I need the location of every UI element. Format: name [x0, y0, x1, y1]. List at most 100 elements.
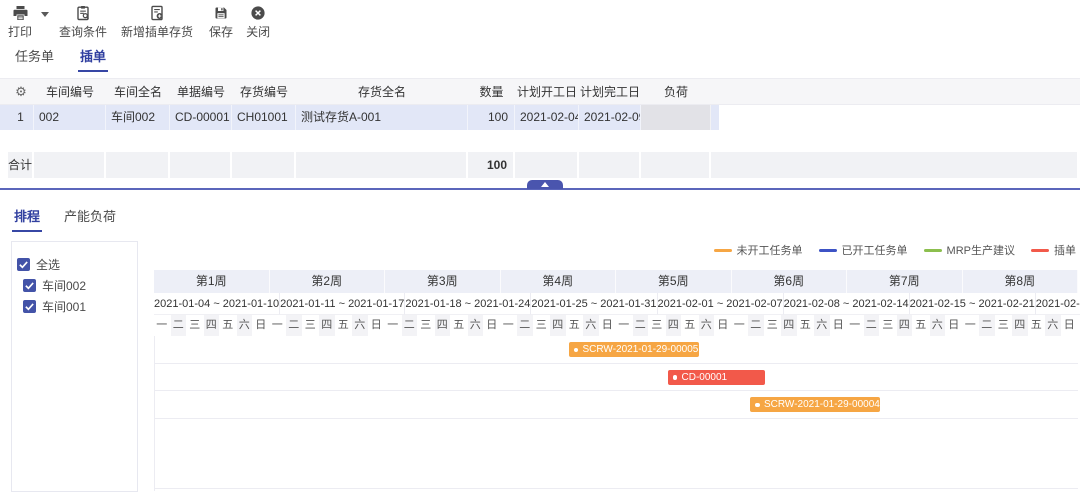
week-range-cell: 2021-01-11 ~ 2021-01-17 [280, 293, 405, 315]
toolbar: 打印查询条件新增插单存货保存关闭 [8, 5, 270, 41]
day-header-cell: 一 [732, 315, 749, 336]
checkbox-checked-icon [23, 300, 36, 313]
tab-capacity-load[interactable]: 产能负荷 [64, 206, 116, 232]
toolbar-button-label: 关闭 [246, 23, 270, 40]
cell: 002 [34, 105, 106, 130]
column-header: 计划开工日 [515, 83, 579, 100]
day-header-cell: 四 [435, 315, 452, 336]
day-header-cell: 一 [847, 315, 864, 336]
tab-insert-order[interactable]: 插单 [80, 46, 106, 72]
day-header-cell: 六 [352, 315, 369, 336]
gantt-row: SCRW-2021-01-29-00005 [155, 336, 1078, 364]
totals-cell [232, 152, 296, 178]
tab-schedule[interactable]: 排程 [14, 206, 40, 232]
day-header-cell: 五 [1029, 315, 1046, 336]
save-button[interactable]: 保存 [209, 5, 233, 40]
filter-label: 车间002 [42, 277, 86, 294]
day-header-cell: 四 [1012, 315, 1029, 336]
cell: 2021-02-09 [579, 105, 641, 130]
day-header-cell: 一 [501, 315, 518, 336]
week-header-cell: 第2周 [270, 270, 386, 293]
day-header-cell: 六 [1045, 315, 1062, 336]
column-header: 车间编号 [34, 83, 106, 100]
day-header-cell: 日 [946, 315, 963, 336]
gantt-header: 第1周第2周第3周第4周第5周第6周第7周第8周 2021-01-04 ~ 20… [154, 270, 1078, 336]
day-header-cell: 六 [468, 315, 485, 336]
totals-row: 合计100 [0, 152, 1077, 178]
tab-task-order[interactable]: 任务单 [15, 46, 54, 72]
week-header-cell: 第7周 [847, 270, 963, 293]
totals-cell [106, 152, 170, 178]
gantt-bar[interactable]: CD-00001 [668, 370, 765, 385]
gantt-bar[interactable]: SCRW-2021-01-29-00005 [569, 342, 699, 357]
totals-cell [296, 152, 468, 178]
day-header-cell: 日 [484, 315, 501, 336]
legend-swatch [819, 249, 837, 252]
query-conditions-button[interactable]: 查询条件 [59, 5, 107, 40]
checkbox-workshop-002[interactable]: 车间002 [12, 275, 137, 296]
gantt-body: SCRW-2021-01-29-00005 CD-00001 SCRW-2021-0… [154, 336, 1078, 491]
column-settings-cell: ⚙ [8, 84, 34, 100]
legend-item: 未开工任务单 [714, 242, 803, 258]
day-header-cell: 三 [996, 315, 1013, 336]
day-header-cell: 一 [385, 315, 402, 336]
day-header-cell: 二 [748, 315, 765, 336]
week-header-cell: 第3周 [385, 270, 501, 293]
table-row[interactable]: 1002车间002CD-00001CH01001测试存货A-0011002021… [0, 105, 719, 130]
gantt-week-row: 第1周第2周第3周第4周第5周第6周第7周第8周 [154, 270, 1078, 293]
legend-item: 已开工任务单 [819, 242, 908, 258]
order-table: ⚙车间编号车间全名单据编号存货编号存货全名数量计划开工日计划完工日负荷 1002… [0, 78, 1080, 130]
day-header-cell: 六 [583, 315, 600, 336]
totals-filler-cell [711, 152, 1077, 178]
day-header-cell: 五 [798, 315, 815, 336]
toolbar-button-label: 新增插单存货 [121, 23, 193, 40]
day-header-cell: 五 [451, 315, 468, 336]
week-range-cell: 2021-01-04 ~ 2021-01-10 [154, 293, 280, 315]
totals-cell [515, 152, 579, 178]
week-range-cell: 2021-02-22 ~ 2021-02-28 [1036, 293, 1080, 315]
cell: 2021-02-04 [515, 105, 579, 130]
day-header-cell: 日 [600, 315, 617, 336]
dropdown-caret-icon[interactable] [41, 12, 49, 17]
legend-swatch [1031, 249, 1049, 252]
week-header-cell: 第5周 [616, 270, 732, 293]
day-header-cell: 一 [616, 315, 633, 336]
gantt-bar[interactable]: SCRW-2021-01-29-00004 [750, 397, 880, 412]
day-header-cell: 二 [633, 315, 650, 336]
day-header-cell: 五 [220, 315, 237, 336]
cell: 车间002 [106, 105, 170, 130]
legend-swatch [924, 249, 942, 252]
day-header-cell: 六 [930, 315, 947, 336]
week-range-cell: 2021-01-18 ~ 2021-01-24 [405, 293, 531, 315]
checkbox-checked-icon [23, 279, 36, 292]
gear-icon[interactable]: ⚙ [15, 84, 27, 99]
print-button[interactable]: 打印 [8, 5, 32, 40]
day-header-cell: 六 [237, 315, 254, 336]
close-button[interactable]: 关闭 [246, 5, 270, 40]
column-header: 存货编号 [232, 83, 296, 100]
column-header: 计划完工日 [579, 83, 641, 100]
day-header-cell: 一 [154, 315, 171, 336]
collapse-panel-button[interactable] [527, 180, 563, 189]
day-header-cell: 二 [979, 315, 996, 336]
day-header-cell: 五 [682, 315, 699, 336]
add-insert-inventory-button[interactable]: 新增插单存货 [121, 5, 193, 40]
day-header-cell: 三 [649, 315, 666, 336]
workshop-filter-panel: 全选车间002 车间001 [11, 241, 138, 492]
totals-label-cell: 合计 [8, 152, 34, 178]
toolbar-button-label: 查询条件 [59, 23, 107, 40]
totals-cell [641, 152, 711, 178]
day-header-cell: 三 [303, 315, 320, 336]
day-header-cell: 三 [187, 315, 204, 336]
totals-cell [579, 152, 641, 178]
filter-label: 车间001 [42, 298, 86, 315]
legend-label: 插单 [1054, 242, 1076, 258]
checkbox-workshop-001[interactable]: 车间001 [12, 296, 137, 317]
legend-item: MRP生产建议 [924, 242, 1015, 258]
day-header-cell: 四 [319, 315, 336, 336]
gantt-area: 未开工任务单已开工任务单 MRP生产建议 插单 第1周第2周第3周第4周第5周第6周… [154, 237, 1078, 492]
day-header-cell: 日 [1062, 315, 1079, 336]
checkbox-select-all[interactable]: 全选 [12, 254, 137, 275]
day-header-cell: 四 [897, 315, 914, 336]
column-header: 单据编号 [170, 83, 232, 100]
